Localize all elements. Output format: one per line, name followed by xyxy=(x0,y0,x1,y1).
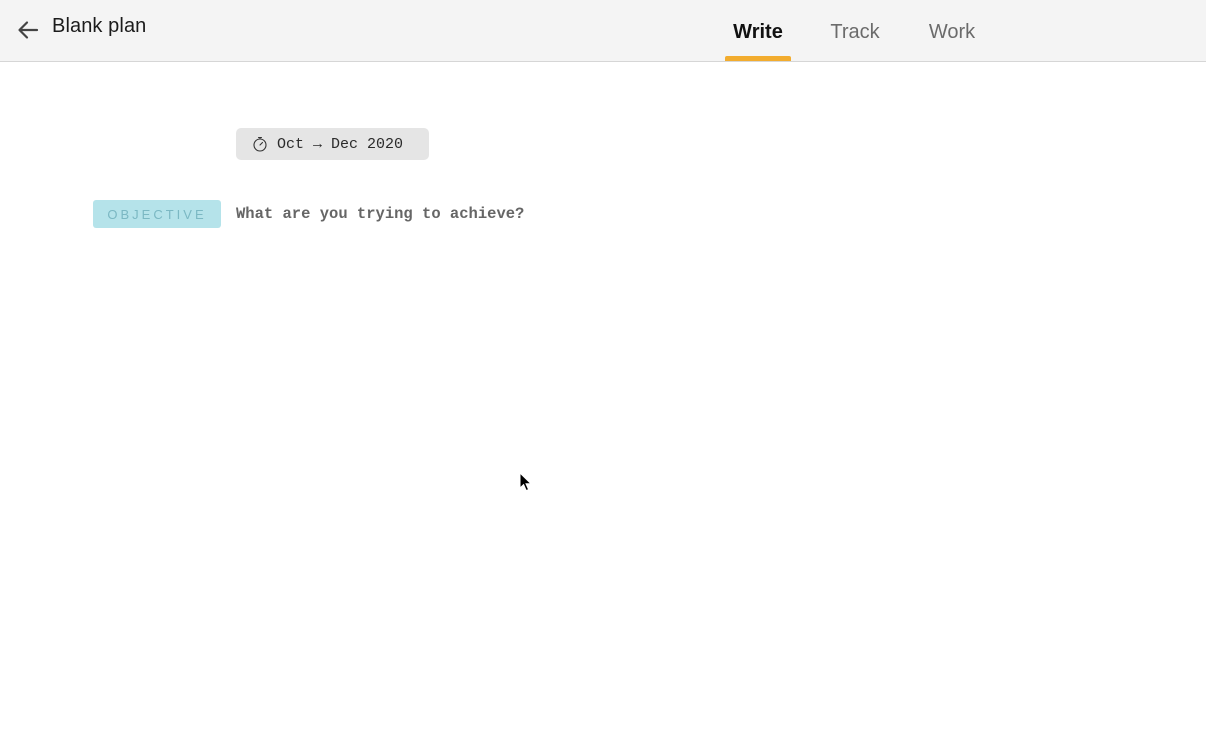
tab-work[interactable]: Work xyxy=(923,0,981,61)
tab-work-label: Work xyxy=(928,21,976,43)
tab-write-label: Write xyxy=(733,21,783,43)
tab-track[interactable]: Track xyxy=(824,0,886,61)
top-bar: Blank plan Write Track Work xyxy=(0,0,1206,62)
active-tab-indicator xyxy=(725,56,791,61)
date-range-label: Oct → Dec 2020 xyxy=(277,135,404,153)
date-range-button[interactable]: Oct → Dec 2020 xyxy=(236,128,429,160)
app-window: Blank plan Write Track Work Oct → Dec 20… xyxy=(0,0,1206,754)
tab-write[interactable]: Write xyxy=(725,0,791,61)
stopwatch-icon xyxy=(252,136,268,152)
tab-track-label: Track xyxy=(830,21,880,43)
objective-badge: OBJECTIVE xyxy=(93,200,221,228)
objective-input[interactable] xyxy=(236,202,836,226)
view-tabs: Write Track Work xyxy=(0,0,1206,61)
mouse-pointer-icon xyxy=(519,471,533,492)
